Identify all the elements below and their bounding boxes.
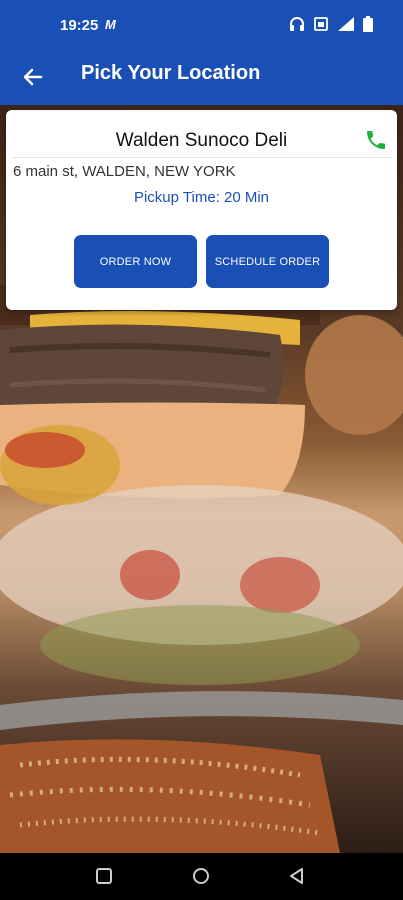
- arrow-left-icon[interactable]: [20, 64, 46, 90]
- circle-icon[interactable]: [190, 865, 212, 887]
- app-bar: Pick Your Location: [0, 50, 403, 105]
- page-title: Pick Your Location: [81, 62, 261, 84]
- phone-icon[interactable]: [364, 128, 388, 152]
- store-address: 6 main st, WALDEN, NEW YORK: [13, 163, 236, 180]
- status-icons: [289, 16, 373, 37]
- sim-icon: [313, 16, 329, 37]
- square-icon[interactable]: [93, 865, 115, 887]
- status-bar: 19:25 M: [0, 0, 403, 50]
- headphones-icon: [289, 16, 305, 37]
- pickup-time: Pickup Time: 20 Min: [133, 189, 270, 206]
- card-divider: [12, 157, 391, 158]
- app-notification-icon: M: [105, 17, 116, 32]
- location-card: Walden Sunoco Deli 6 main st, WALDEN, NE…: [6, 110, 397, 310]
- signal-icon: [337, 16, 355, 37]
- order-now-button[interactable]: ORDER NOW: [74, 235, 197, 288]
- battery-icon: [363, 16, 373, 37]
- triangle-back-icon[interactable]: [286, 865, 308, 887]
- schedule-order-button[interactable]: SCHEDULE ORDER: [206, 235, 329, 288]
- store-name: Walden Sunoco Deli: [115, 130, 288, 151]
- system-nav-bar: [0, 853, 403, 900]
- status-time: 19:25: [60, 17, 99, 34]
